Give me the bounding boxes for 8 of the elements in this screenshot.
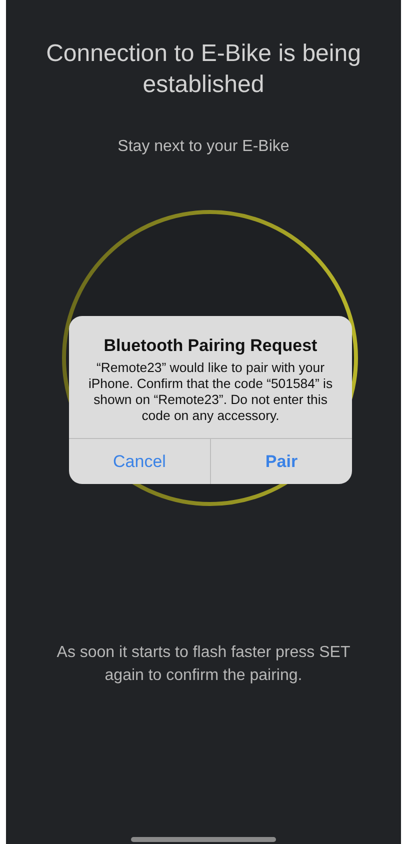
pair-button[interactable]: Pair bbox=[210, 439, 352, 484]
dialog-title: Bluetooth Pairing Request bbox=[102, 336, 318, 356]
subtitle: Stay next to your E-Bike bbox=[118, 138, 290, 156]
cancel-button[interactable]: Cancel bbox=[69, 439, 210, 484]
screen-title: Connection to E-Bike is being established bbox=[45, 39, 362, 100]
home-indicator[interactable] bbox=[131, 837, 276, 842]
dialog-message: “Remote23” would like to pair with your iPhone. Confirm that the code “501584” is shown on “Remote23”. Do not enter this code on any accessory. bbox=[87, 360, 334, 424]
instruction-text: As soon it starts to flash faster press SET again to confirm the pairing. bbox=[56, 643, 352, 686]
